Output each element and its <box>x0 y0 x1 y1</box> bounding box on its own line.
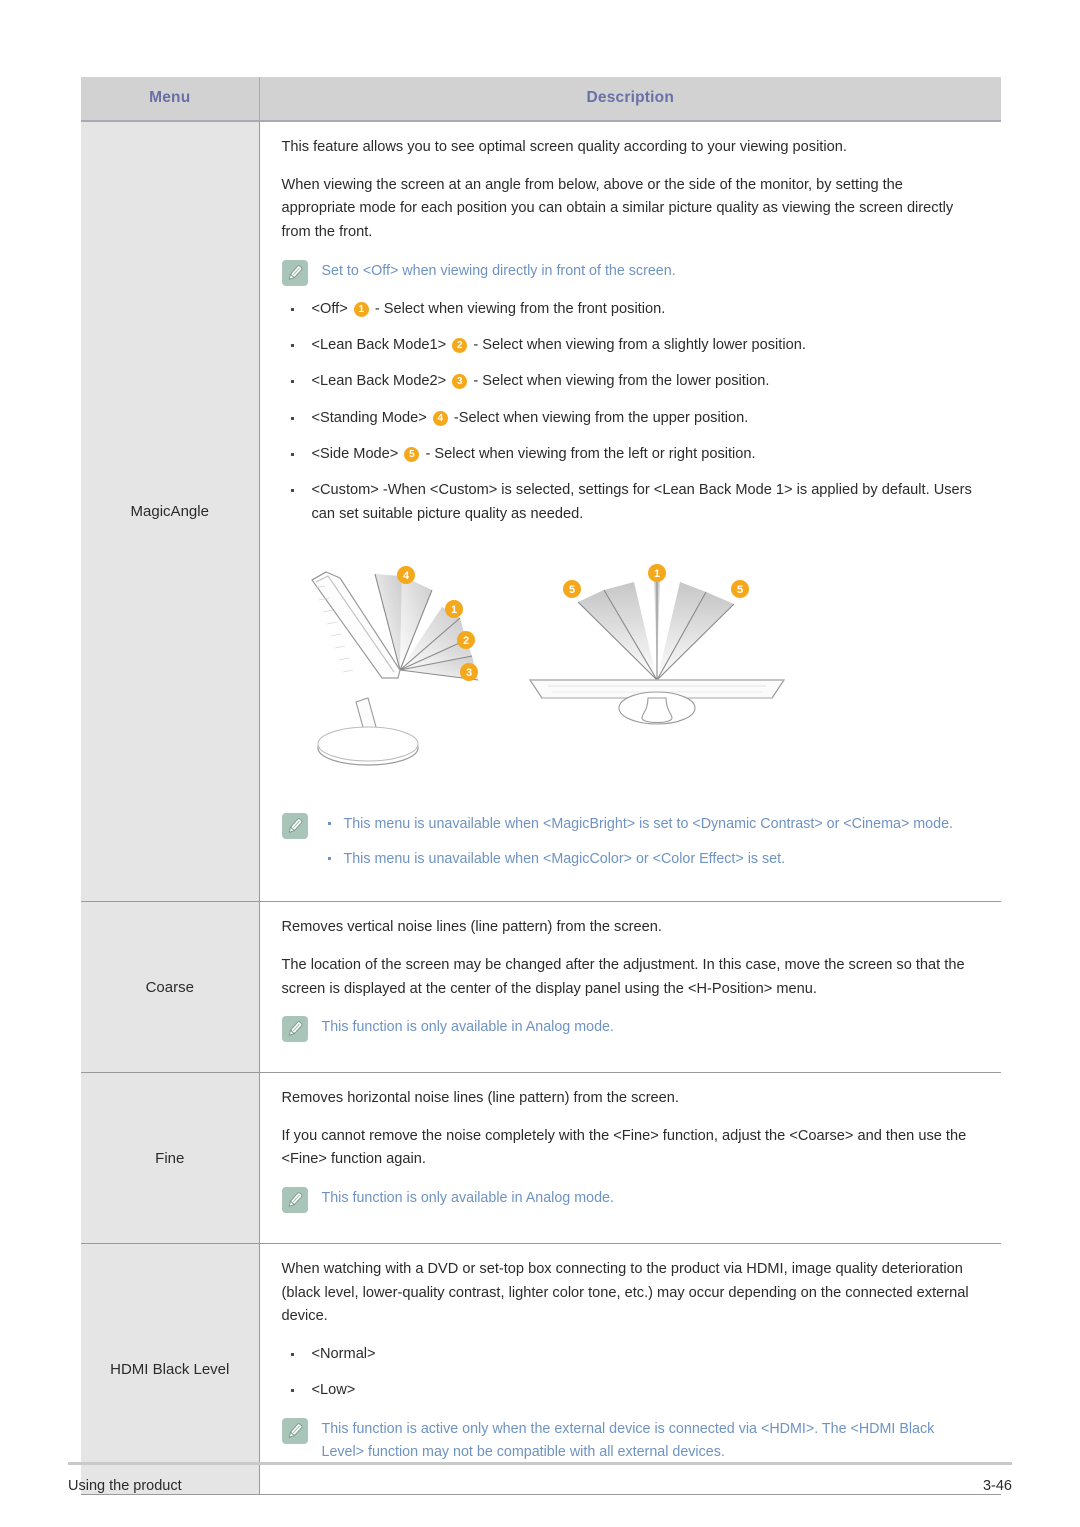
note-box: Set to <Off> when viewing directly in fr… <box>281 259 980 286</box>
list-item: <Side Mode> 5 - Select when viewing from… <box>282 443 980 466</box>
list-item: <Custom> -When <Custom> is selected, set… <box>282 479 980 526</box>
footer-section-title: Using the product <box>68 1478 182 1494</box>
table-header-row: Menu Description <box>81 77 1001 122</box>
diagram-badge-1: 1 <box>444 599 463 618</box>
svg-text:3: 3 <box>465 667 471 679</box>
list-item: This menu is unavailable when <MagicColo… <box>322 848 954 871</box>
option-label: <Lean Back Mode1> <box>311 336 447 353</box>
list-item: <Low> <box>282 1379 980 1402</box>
list-item: This menu is unavailable when <MagicBrig… <box>322 813 953 836</box>
list-item: <Off> 1 - Select when viewing from the f… <box>282 298 980 321</box>
note-pencil-icon <box>281 1417 308 1444</box>
page-footer: Using the product 3-46 <box>68 1462 1012 1494</box>
option-badge: 3 <box>452 374 468 390</box>
list-item: <Lean Back Mode2> 3 - Select when viewin… <box>282 370 980 393</box>
footer-divider <box>68 1462 1012 1465</box>
diagram-badge-3: 3 <box>459 662 478 681</box>
diagram-badge-5-left: 5 <box>562 579 581 598</box>
column-header-menu: Menu <box>81 77 260 122</box>
table-row: MagicAngle This feature allows you to se… <box>81 121 1001 903</box>
menu-label-hdmi-black-level: HDMI Black Level <box>81 1243 260 1496</box>
note-box: This menu is unavailable when <MagicBrig… <box>281 812 980 871</box>
option-label: <Standing Mode> <box>311 409 427 426</box>
svg-text:5: 5 <box>568 584 574 596</box>
paragraph: If you cannot remove the noise completel… <box>281 1127 967 1168</box>
option-desc: -Select when viewing from the upper posi… <box>453 409 749 426</box>
menu-description-table: Menu Description MagicAngle This feature… <box>81 77 1001 1496</box>
note-text: This function is active only when the ex… <box>321 1420 935 1460</box>
menu-label-coarse: Coarse <box>81 901 260 1074</box>
note-pencil-icon <box>281 259 308 286</box>
svg-text:2: 2 <box>462 635 468 647</box>
note-box: This function is only available in Analo… <box>281 1186 980 1214</box>
note-text: Set to <Off> when viewing directly in fr… <box>321 262 676 279</box>
diagram-badge-1-top: 1 <box>647 563 666 582</box>
side-view-monitor: 4 1 2 3 <box>310 565 478 766</box>
table-row: Fine Removes horizontal noise lines (lin… <box>81 1072 1001 1245</box>
note-pencil-icon <box>281 1187 308 1214</box>
paragraph: Removes horizontal noise lines (line pat… <box>281 1090 679 1107</box>
list-item: <Normal> <box>282 1343 980 1366</box>
note-text: This function is only available in Analo… <box>321 1019 614 1036</box>
option-desc: - Select when viewing from the front pos… <box>374 300 666 317</box>
list-item: <Lean Back Mode1> 2 - Select when viewin… <box>282 334 980 357</box>
description-fine: Removes horizontal noise lines (line pat… <box>259 1072 1001 1245</box>
description-coarse: Removes vertical noise lines (line patte… <box>259 901 1001 1074</box>
paragraph: When watching with a DVD or set-top box … <box>281 1261 969 1325</box>
option-desc: -When <Custom> is selected, settings for… <box>311 482 972 522</box>
diagram-badge-5-right: 5 <box>730 579 749 598</box>
option-desc: - Select when viewing from the lower pos… <box>473 373 770 390</box>
svg-text:1: 1 <box>450 604 456 616</box>
description-magicangle: This feature allows you to see optimal s… <box>259 121 1001 903</box>
footer-page-number: 3-46 <box>982 1478 1012 1494</box>
note-text: This function is only available in Analo… <box>321 1190 614 1207</box>
svg-text:5: 5 <box>736 584 742 596</box>
diagram-badge-4: 4 <box>396 565 415 584</box>
option-badge: 2 <box>452 337 468 353</box>
paragraph: When viewing the screen at an angle from… <box>281 176 954 240</box>
hdmi-black-level-option-list: <Normal> <Low> <box>282 1343 980 1403</box>
option-label: <Lean Back Mode2> <box>311 373 447 390</box>
option-badge: 4 <box>432 410 448 426</box>
menu-label-magicangle: MagicAngle <box>81 121 260 903</box>
column-header-description: Description <box>259 77 1001 122</box>
option-label: <Custom> <box>311 482 379 499</box>
paragraph: The location of the screen may be change… <box>281 956 965 997</box>
option-badge: 1 <box>353 301 369 317</box>
note-box: This function is active only when the ex… <box>281 1417 980 1464</box>
note-bullet-list: This menu is unavailable when <MagicBrig… <box>322 812 954 871</box>
table-row: HDMI Black Level When watching with a DV… <box>81 1243 1001 1496</box>
diagram-badge-2: 2 <box>456 630 475 649</box>
svg-text:1: 1 <box>653 568 659 580</box>
note-pencil-icon <box>281 1016 308 1043</box>
top-view-monitor: 5 1 5 <box>528 563 785 725</box>
option-desc: - Select when viewing from the left or r… <box>425 445 756 462</box>
description-hdmi-black-level: When watching with a DVD or set-top box … <box>259 1243 1001 1496</box>
svg-text:4: 4 <box>402 570 409 582</box>
option-label: <Off> <box>311 300 348 317</box>
option-desc: - Select when viewing from a slightly lo… <box>473 336 806 353</box>
option-label: <Side Mode> <box>311 445 399 462</box>
document-page: Menu Description MagicAngle This feature… <box>0 0 1080 1527</box>
paragraph: This feature allows you to see optimal s… <box>281 139 847 155</box>
menu-label-fine: Fine <box>81 1072 260 1245</box>
table-row: Coarse Removes vertical noise lines (lin… <box>81 901 1001 1074</box>
note-box: This function is only available in Analo… <box>281 1015 980 1043</box>
magicangle-option-list: <Off> 1 - Select when viewing from the f… <box>282 298 980 526</box>
paragraph: Removes vertical noise lines (line patte… <box>281 919 662 936</box>
note-pencil-icon <box>281 812 308 839</box>
option-badge: 5 <box>404 446 420 462</box>
list-item: <Standing Mode> 4 -Select when viewing f… <box>282 407 980 430</box>
magicangle-viewing-angle-diagram: 4 1 2 3 5 1 5 <box>282 552 980 792</box>
